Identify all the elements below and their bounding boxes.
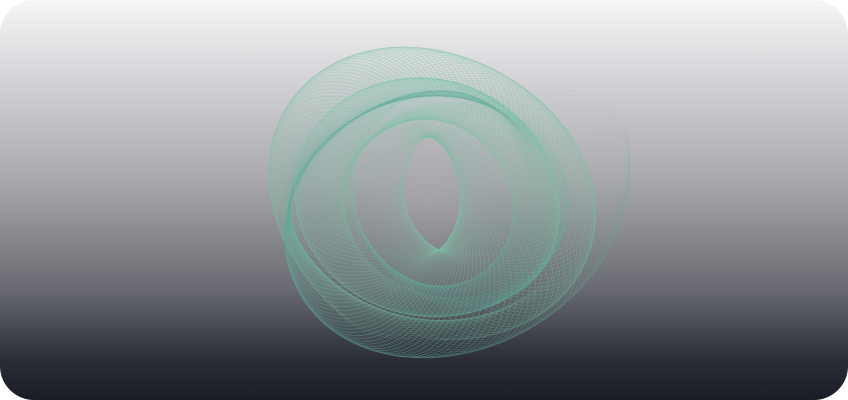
hero-card <box>0 0 848 400</box>
spirograph-artwork <box>268 46 631 359</box>
inner-glow <box>318 105 538 295</box>
